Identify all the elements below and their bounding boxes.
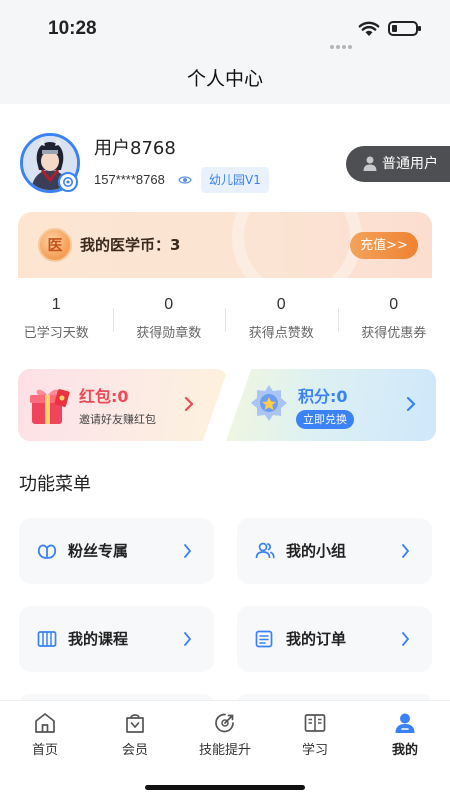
medical-coin-icon: 医 bbox=[38, 228, 72, 262]
status-time: 10:28 bbox=[48, 18, 97, 39]
chevron-right-icon bbox=[184, 397, 194, 411]
menu-item-label: 我的订单 bbox=[286, 630, 347, 648]
tab-label: 技能提升 bbox=[198, 743, 251, 758]
redeem-now-button[interactable]: 立即兑换 bbox=[296, 410, 354, 429]
points-count: 积分:0 bbox=[298, 387, 348, 406]
user-role-label: 普通用户 bbox=[382, 156, 438, 172]
home-icon bbox=[35, 713, 55, 733]
stat-value: 0 bbox=[389, 296, 399, 313]
signal-dots-icon bbox=[330, 34, 354, 49]
eye-icon[interactable] bbox=[178, 174, 192, 186]
medical-coin-card[interactable]: 医 我的医学币：3 充值>> bbox=[18, 212, 432, 278]
tab-label: 我的 bbox=[391, 743, 418, 758]
recharge-button[interactable]: 充值>> bbox=[350, 232, 418, 259]
red-packet-card[interactable]: 红包:0 邀请好友赚红包 bbox=[18, 369, 228, 441]
user-name: 用户8768 bbox=[94, 138, 176, 159]
stat-label: 获得点赞数 bbox=[248, 326, 314, 341]
points-badge-icon bbox=[251, 385, 287, 421]
chevron-right-icon bbox=[184, 544, 191, 558]
menu-item-my-orders[interactable]: 我的订单 bbox=[237, 606, 432, 672]
user-phone: 157****8768 bbox=[94, 172, 165, 187]
stat-label: 获得勋章数 bbox=[136, 326, 202, 341]
red-packet-subtitle: 邀请好友赚红包 bbox=[79, 413, 156, 426]
home-indicator bbox=[145, 785, 305, 790]
menu-item-my-courses[interactable]: 我的课程 bbox=[19, 606, 214, 672]
stat-study-days[interactable]: 1 已学习天数 bbox=[0, 290, 113, 350]
course-icon bbox=[37, 631, 57, 647]
user-role-badge[interactable]: 普通用户 bbox=[346, 146, 450, 182]
stat-value: 0 bbox=[164, 296, 174, 313]
menu-item-label: 粉丝专属 bbox=[68, 542, 129, 560]
medical-coin-balance: 我的医学币：3 bbox=[80, 236, 181, 254]
stat-likes[interactable]: 0 获得点赞数 bbox=[225, 290, 338, 350]
chevron-right-icon bbox=[402, 544, 409, 558]
order-icon bbox=[255, 630, 273, 648]
wifi-icon bbox=[358, 21, 380, 36]
stats-row: 1 已学习天数 0 获得勋章数 0 获得点赞数 0 获得优惠券 bbox=[0, 290, 450, 350]
person-icon bbox=[363, 156, 377, 171]
menu-item-my-group[interactable]: 我的小组 bbox=[237, 518, 432, 584]
tab-skill-improvement[interactable]: 技能提升 bbox=[180, 711, 270, 758]
menu-item-fans[interactable]: 粉丝专属 bbox=[19, 518, 214, 584]
gift-icon bbox=[30, 389, 70, 424]
red-packet-count: 红包:0 bbox=[79, 387, 129, 406]
menu-item-label: 我的课程 bbox=[68, 630, 129, 648]
stat-value: 0 bbox=[276, 296, 286, 313]
fans-icon bbox=[37, 544, 57, 559]
battery-icon bbox=[388, 21, 421, 36]
tab-member[interactable]: 会员 bbox=[90, 711, 180, 758]
function-menu-title: 功能菜单 bbox=[19, 474, 91, 495]
tab-label: 会员 bbox=[121, 743, 148, 758]
stat-coupons[interactable]: 0 获得优惠券 bbox=[337, 290, 450, 350]
stat-label: 获得优惠券 bbox=[361, 326, 427, 341]
coin-card-decoration bbox=[232, 212, 362, 278]
level-tag: 幼儿园V1 bbox=[201, 167, 269, 193]
book-icon bbox=[304, 714, 326, 732]
chevron-right-icon bbox=[402, 632, 409, 646]
tab-label: 首页 bbox=[31, 743, 58, 758]
skill-icon bbox=[215, 713, 234, 733]
avatar-settings-gear-icon[interactable] bbox=[58, 172, 78, 192]
page-title: 个人中心 bbox=[186, 68, 263, 90]
group-icon bbox=[255, 542, 275, 559]
chevron-right-icon bbox=[406, 397, 416, 411]
tab-mine[interactable]: 我的 bbox=[360, 711, 450, 758]
stat-value: 1 bbox=[51, 296, 61, 313]
stat-label: 已学习天数 bbox=[23, 326, 89, 341]
tab-label: 学习 bbox=[301, 743, 328, 758]
status-bar: 10:28 bbox=[0, 0, 450, 56]
profile-page: 10:28 个人中心 用户8768 157****8768 幼儿园V1 普通用户… bbox=[0, 0, 450, 800]
member-icon bbox=[126, 714, 144, 733]
nav-bar: 个人中心 bbox=[0, 56, 450, 104]
tab-study[interactable]: 学习 bbox=[270, 711, 360, 758]
menu-item-label: 我的小组 bbox=[286, 542, 347, 560]
tab-home[interactable]: 首页 bbox=[0, 711, 90, 758]
points-card[interactable]: 积分:0 立即兑换 bbox=[226, 369, 436, 441]
chevron-right-icon bbox=[184, 632, 191, 646]
stat-medals[interactable]: 0 获得勋章数 bbox=[112, 290, 226, 350]
profile-icon bbox=[395, 713, 415, 733]
